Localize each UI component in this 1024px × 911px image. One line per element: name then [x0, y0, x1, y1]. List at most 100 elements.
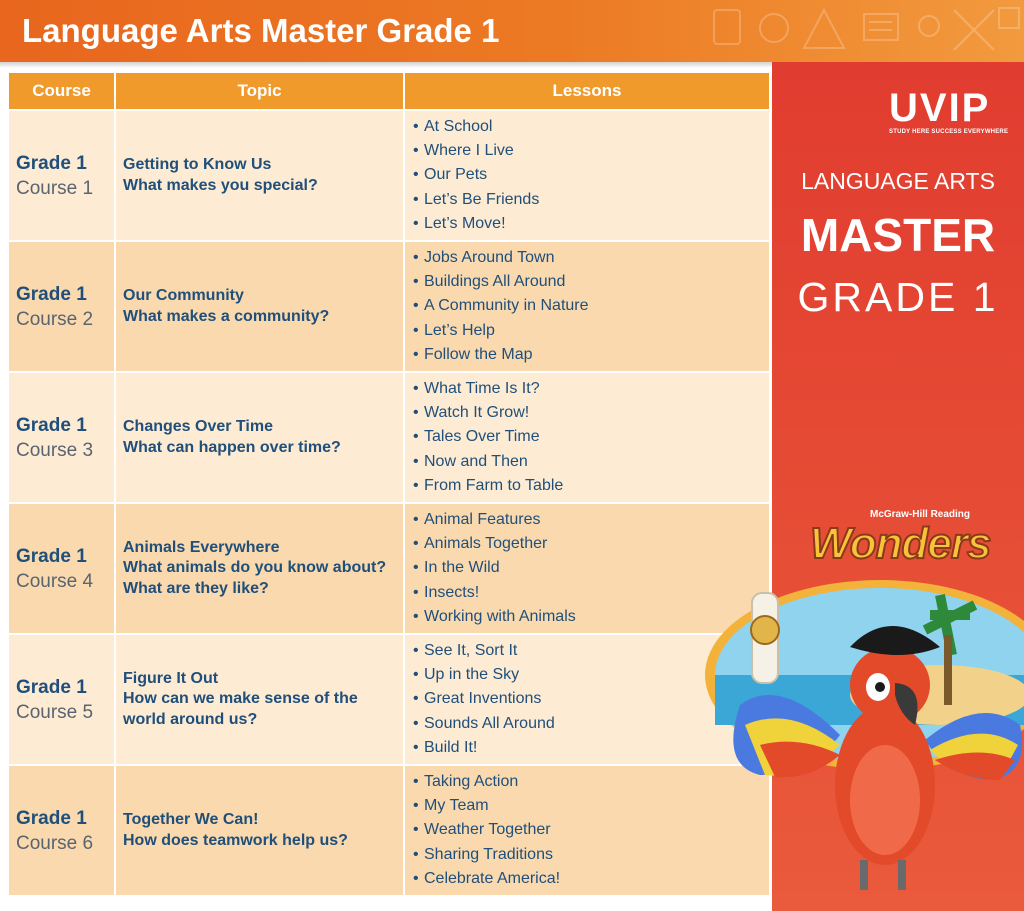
table-row: Grade 1 Course 2 Our Community What makes a… [9, 242, 769, 373]
table-row: Grade 1 Course 5 Figure It Out How can we m… [9, 635, 769, 766]
table-row: Grade 1 Course 1 Getting to Know Us What ma… [9, 111, 769, 242]
course-cell: Grade 1 Course 3 [9, 373, 116, 502]
bullet-icon: • [413, 297, 419, 315]
course-cell: Grade 1 Course 4 [9, 504, 116, 633]
topic-title: Animals Everywhere [123, 538, 280, 556]
bullet-icon: • [413, 559, 419, 577]
lesson-label: Build It! [424, 738, 478, 756]
bullet-icon: • [413, 641, 419, 659]
lesson-label: Animal Features [424, 510, 541, 528]
lessons-cell: • At School • Where I Live • Our Pets • Let’s B… [405, 111, 769, 240]
lesson-item: • Tales Over Time [413, 425, 769, 449]
bullet-icon: • [413, 117, 419, 135]
lesson-item: • What Time Is It? [413, 377, 769, 401]
lesson-label: Great Inventions [424, 690, 542, 708]
lesson-item: • Animals Together [413, 532, 769, 556]
lesson-label: Where I Live [424, 142, 514, 160]
lesson-label: Let’s Help [424, 321, 495, 339]
table-header-row: Course Topic Lessons [9, 73, 769, 111]
lesson-item: • Let’s Be Friends [413, 188, 769, 212]
grade-label: Grade 1 [16, 414, 87, 436]
topic-title: Changes Over Time [123, 418, 273, 435]
lesson-label: In the Wild [424, 559, 500, 577]
topic-cell: Animals Everywhere What animals do you kn… [116, 504, 405, 633]
lesson-item: • Buildings All Around [413, 270, 769, 294]
lesson-item: • Let’s Help [413, 319, 769, 343]
topic-question: world around us? [123, 710, 258, 728]
lesson-item: • Animal Features [413, 508, 769, 532]
lesson-item: • From Farm to Table [413, 474, 769, 498]
column-header-lessons: Lessons [552, 81, 622, 100]
lesson-label: See It, Sort It [424, 641, 518, 659]
grade-label: Grade 1 [16, 807, 87, 829]
lesson-label: My Team [424, 797, 489, 815]
lesson-label: Our Pets [424, 166, 488, 184]
bullet-icon: • [413, 321, 419, 339]
bullet-icon: • [413, 428, 419, 446]
wonders-logo: McGraw-Hill Reading Wonders [802, 497, 1017, 569]
bullet-icon: • [413, 821, 419, 839]
grade-label: Grade 1 [16, 283, 87, 305]
course-cell: Grade 1 Course 6 [9, 766, 116, 895]
topic-cell: Changes Over Time What can happen over ti… [116, 373, 405, 502]
lesson-label: Working with Animals [424, 607, 576, 625]
bullet-icon: • [413, 797, 419, 815]
bullet-icon: • [413, 190, 419, 208]
bullet-icon: • [413, 690, 419, 708]
lesson-label: Taking Action [424, 772, 519, 790]
lesson-item: • At School [413, 115, 769, 139]
topic-question: How does teamwork help us? [123, 831, 348, 849]
course-table: Course Topic Lessons Grade 1 Course 1 Gett… [9, 73, 769, 897]
topic-question: What animals do you know about? [123, 559, 387, 577]
sidebar-grade: GRADE 1 [797, 274, 999, 320]
course-cell: Grade 1 Course 2 [9, 242, 116, 371]
table-row: Grade 1 Course 6 Together We Can! How does … [9, 766, 769, 897]
bullet-icon: • [413, 404, 419, 422]
topic-title: Getting to Know Us [123, 156, 272, 173]
bullet-icon: • [413, 583, 419, 601]
topic-cell: Our Community What makes a community? [116, 242, 405, 371]
course-number: Course 3 [16, 439, 94, 461]
topic-cell: Getting to Know Us What makes you special… [116, 111, 405, 240]
lesson-label: Animals Together [424, 535, 548, 553]
lesson-item: • Our Pets [413, 163, 769, 187]
bullet-icon: • [413, 476, 419, 494]
bullet-icon: • [413, 714, 419, 732]
lesson-item: • A Community in Nature [413, 294, 769, 318]
bullet-icon: • [413, 166, 419, 184]
lesson-label: At School [424, 117, 493, 135]
bullet-icon: • [413, 772, 419, 790]
lesson-label: Tales Over Time [424, 428, 540, 446]
column-header-topic: Topic [116, 73, 405, 109]
bullet-icon: • [413, 248, 419, 266]
topic-question: What are they like? [123, 579, 269, 597]
lesson-label: Insects! [424, 583, 480, 601]
lesson-item: • Where I Live [413, 139, 769, 163]
topic-title: Together We Can! [123, 811, 259, 828]
lesson-label: Celebrate America! [424, 869, 561, 887]
sidebar-level: MASTER [800, 209, 996, 261]
course-number: Course 5 [16, 701, 94, 723]
lesson-item: • Jobs Around Town [413, 246, 769, 270]
lesson-label: Let’s Move! [424, 214, 506, 232]
lesson-label: Sounds All Around [424, 714, 555, 732]
lesson-label: Jobs Around Town [424, 248, 555, 266]
bullet-icon: • [413, 869, 419, 887]
parrot-illustration [705, 580, 1024, 890]
lesson-label: Follow the Map [424, 345, 533, 363]
grade-label: Grade 1 [16, 545, 87, 567]
bullet-icon: • [413, 607, 419, 625]
bullet-icon: • [413, 452, 419, 470]
lesson-label: From Farm to Table [424, 476, 564, 494]
topic-cell: Figure It Out How can we make sense of th… [116, 635, 405, 764]
lesson-item: • Watch It Grow! [413, 401, 769, 425]
bullet-icon: • [413, 845, 419, 863]
table-row: Grade 1 Course 4 Animals Everywhere What an… [9, 504, 769, 635]
lesson-label: Up in the Sky [424, 666, 520, 684]
lesson-label: Weather Together [424, 821, 551, 839]
bullet-icon: • [413, 273, 419, 291]
header-shadow [0, 62, 772, 68]
bullet-icon: • [413, 535, 419, 553]
page-title: Language Arts Master Grade 1 [22, 12, 500, 49]
course-number: Course 2 [16, 308, 94, 330]
